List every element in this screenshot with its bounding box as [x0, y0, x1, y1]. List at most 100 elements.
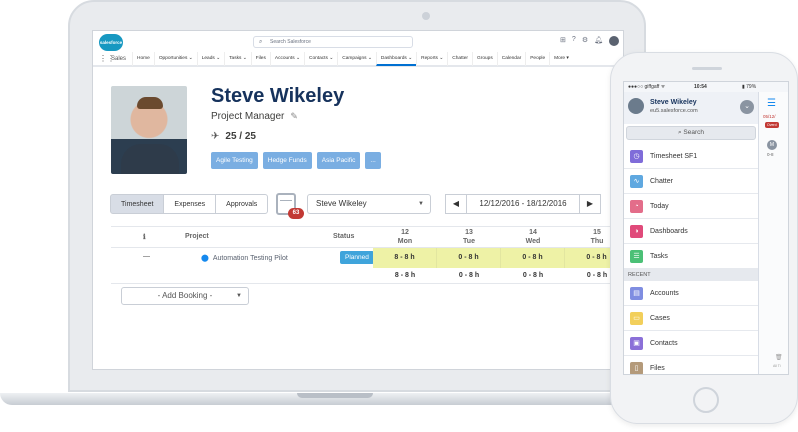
nav-calendar[interactable]: Calendar	[496, 52, 525, 66]
nav-chatter[interactable]: Chatter	[447, 52, 472, 66]
user-select[interactable]: Steve Wikeley ▼	[307, 194, 431, 214]
add-icon[interactable]: ⊞	[560, 36, 566, 46]
tag-more[interactable]: ...	[365, 152, 381, 169]
menu-item-today[interactable]: ◔ Today	[624, 194, 758, 219]
menu-item-timesheet[interactable]: ◷ Timesheet SF1	[624, 144, 758, 169]
menu-label: Timesheet SF1	[650, 153, 698, 160]
collapse-toggle[interactable]: —	[143, 253, 150, 260]
menu-label: Tasks	[650, 253, 668, 260]
nav-reports[interactable]: Reports ⌄	[416, 52, 447, 66]
day-name: Tue	[463, 238, 475, 245]
menu-label: Contacts	[650, 340, 678, 347]
tag-asia-pacific[interactable]: Asia Pacific	[316, 152, 361, 169]
next-week-button[interactable]: ▶	[579, 194, 601, 214]
nav-tasks[interactable]: Tasks ⌄	[224, 52, 251, 66]
chevron-down-icon[interactable]: ⌄	[740, 100, 754, 114]
nav-more[interactable]: More ▾	[549, 52, 573, 66]
menu-item-dashboards[interactable]: ◑ Dashboards	[624, 219, 758, 244]
hours-cell[interactable]: 0 - 8 h	[437, 248, 501, 268]
carrier: ●●●○○ giffgaff ᯤ	[628, 84, 666, 90]
nav-leads[interactable]: Leads ⌄	[196, 52, 224, 66]
day-name: Mon	[397, 238, 413, 245]
help-icon[interactable]: ?	[572, 36, 576, 46]
menu-label: Files	[650, 365, 665, 372]
add-booking-select[interactable]: - Add Booking - ▼	[121, 287, 249, 305]
phone-screen: ●●●○○ giffgaff ᯤ 10:54 ▮ 79% Steve Wikel…	[623, 81, 789, 375]
phone-frame: ●●●○○ giffgaff ᯤ 10:54 ▮ 79% Steve Wikel…	[610, 52, 798, 424]
menu-item-chatter[interactable]: ∿ Chatter	[624, 169, 758, 194]
day-header-tue: 13 Tue	[437, 228, 501, 246]
project-name[interactable]: ⬤ Automation Testing Pilot	[201, 254, 288, 262]
tab-timesheet[interactable]: Timesheet	[110, 194, 165, 214]
menu-label: Chatter	[650, 178, 673, 185]
nav-dashboards[interactable]: Dashboards ⌄	[375, 52, 417, 66]
day-num: 12	[401, 229, 409, 236]
avatar[interactable]	[609, 36, 619, 46]
nav-home[interactable]: Home	[132, 52, 154, 66]
salesforce-logo[interactable]: salesforce	[99, 34, 123, 51]
nav-campaigns[interactable]: Campaigns ⌄	[337, 52, 376, 66]
hours-cell[interactable]: 8 - 8 h	[373, 248, 437, 268]
day-name: Wed	[525, 238, 541, 245]
nav-opportunities[interactable]: Opportunities ⌄	[153, 52, 197, 66]
menu-item-contacts[interactable]: ▣ Contacts	[624, 331, 758, 356]
today-icon: ◔	[630, 200, 643, 213]
hours-value: 25 / 25	[225, 131, 256, 142]
laptop-notch	[297, 393, 373, 398]
app-nav-bar: ⋮⋮ Sales Home Opportunities ⌄ Leads ⌄ Ta…	[93, 52, 623, 67]
status-bar: ●●●○○ giffgaff ᯤ 10:54 ▮ 79%	[624, 82, 788, 92]
menu-item-cases[interactable]: ▭ Cases	[624, 306, 758, 331]
header-actions: ⊞ ? ⚙ 🔔︎	[560, 36, 619, 46]
home-button[interactable]	[693, 387, 719, 413]
date-range: 12/12/2016 - 18/12/2016	[467, 194, 579, 214]
avatar: M	[767, 140, 777, 150]
hamburger-icon[interactable]: ☰	[767, 98, 776, 109]
tag-agile-testing[interactable]: Agile Testing	[211, 152, 258, 169]
menu-label: Today	[650, 203, 669, 210]
tab-approvals[interactable]: Approvals	[215, 194, 269, 214]
edit-icon[interactable]: ✎	[290, 111, 298, 121]
day-num: 14	[529, 229, 537, 236]
trash-icon[interactable]: 🗑︎	[775, 354, 783, 361]
hours-cell[interactable]: 0 - 8 h	[501, 248, 565, 268]
search-input[interactable]: ⌕ Search	[626, 126, 756, 140]
prev-week-button[interactable]: ◀	[445, 194, 467, 214]
nav-accounts[interactable]: Accounts ⌄	[269, 52, 304, 66]
global-search-input[interactable]: ⌕ Search Salesforce	[253, 36, 413, 48]
add-booking-label: - Add Booking -	[157, 291, 213, 300]
photo-hair	[137, 97, 163, 109]
status-badge[interactable]: Planned	[340, 251, 374, 264]
timesheet-icon: ◷	[630, 150, 643, 163]
app-launcher-icon[interactable]: ⋮⋮	[99, 55, 115, 63]
nav-people[interactable]: People	[525, 52, 549, 66]
gear-icon[interactable]: ⚙	[582, 36, 588, 46]
day-header-mon: 12 Mon	[373, 228, 437, 246]
battery: ▮ 79%	[742, 84, 757, 90]
menu-item-tasks[interactable]: ☰ Tasks	[624, 244, 758, 269]
menu-label: Dashboards	[650, 228, 688, 235]
table-header: ℹ Project Status 12 Mon 13 Tue 14 Wed 15 Thu	[111, 226, 623, 248]
menu-label: Cases	[650, 315, 670, 322]
chatter-icon: ∿	[630, 175, 643, 188]
status-header: Status	[333, 233, 355, 240]
tag-hedge-funds[interactable]: Hedge Funds	[262, 152, 312, 169]
user-name: Steve Wikeley	[650, 99, 697, 106]
nav-groups[interactable]: Groups	[472, 52, 497, 66]
profile-name: Steve Wikeley	[211, 85, 345, 107]
photo-body	[121, 144, 179, 174]
bell-icon[interactable]: 🔔︎	[594, 36, 603, 46]
menu-item-accounts[interactable]: ▤ Accounts	[624, 281, 758, 306]
user-header[interactable]: Steve Wikeley eu5.salesforce.com ⌄	[624, 92, 758, 124]
project-label: Automation Testing Pilot	[212, 255, 288, 262]
totals-row: 8 - 8 h 0 - 8 h 0 - 8 h 0 - 8 h	[111, 268, 623, 284]
tasks-icon: ☰	[630, 250, 643, 263]
tab-expenses[interactable]: Expenses	[163, 194, 217, 214]
nav-contacts[interactable]: Contacts ⌄	[303, 52, 337, 66]
contacts-icon: ▣	[630, 337, 643, 350]
avatar	[628, 98, 644, 114]
camera-icon	[422, 12, 430, 20]
menu-item-files[interactable]: ▯ Files	[624, 356, 758, 374]
cases-icon: ▭	[630, 312, 643, 325]
laptop-screen: salesforce ⌕ Search Salesforce ⊞ ? ⚙ 🔔︎ …	[92, 30, 624, 370]
nav-files[interactable]: Files	[250, 52, 270, 66]
